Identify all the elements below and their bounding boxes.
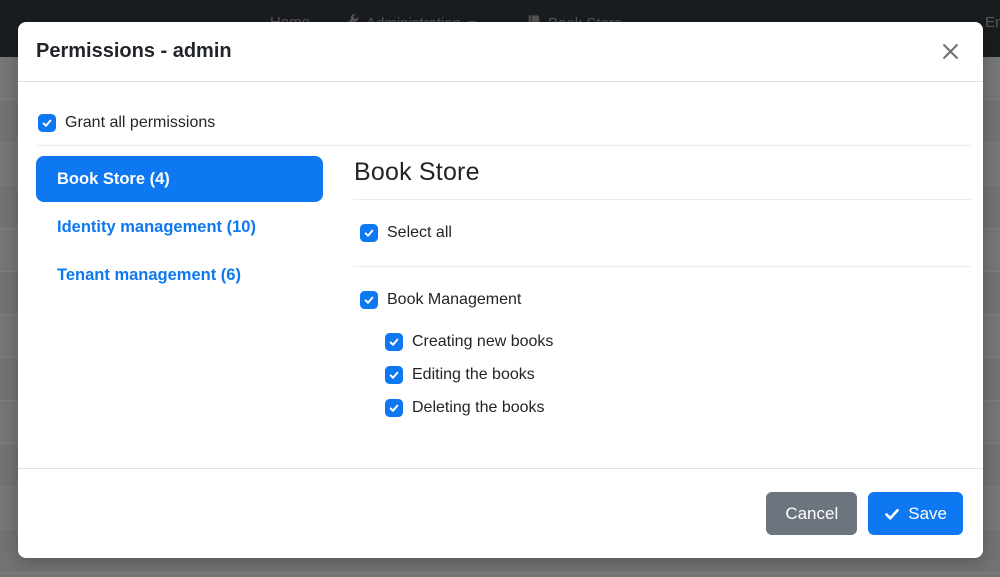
cancel-button[interactable]: Cancel: [766, 492, 857, 535]
permissions-modal: Permissions - admin Grant all permission…: [18, 22, 983, 558]
tab-tenant-management[interactable]: Tenant management (6): [36, 252, 323, 298]
grant-all-permissions-row[interactable]: Grant all permissions: [38, 114, 971, 132]
divider: [353, 266, 971, 267]
modal-header: Permissions - admin: [18, 22, 983, 82]
grant-all-permissions-label: Grant all permissions: [65, 114, 215, 132]
checkbox-checked-icon[interactable]: [38, 114, 56, 132]
creating-new-books-label: Creating new books: [412, 333, 553, 351]
permission-group-tabs: Book Store (4) Identity management (10) …: [36, 156, 323, 432]
modal-title: Permissions - admin: [36, 40, 232, 63]
save-button[interactable]: Save: [868, 492, 963, 535]
tab-identity-management[interactable]: Identity management (10): [36, 204, 323, 250]
select-all-row[interactable]: Select all: [360, 224, 971, 242]
panel-title: Book Store: [354, 158, 971, 187]
close-icon: [942, 48, 959, 63]
checkbox-checked-icon[interactable]: [385, 333, 403, 351]
checkbox-checked-icon[interactable]: [360, 291, 378, 309]
check-icon: [884, 506, 900, 522]
modal-columns: Book Store (4) Identity management (10) …: [36, 156, 971, 432]
tab-book-store[interactable]: Book Store (4): [36, 156, 323, 202]
close-button[interactable]: [938, 39, 963, 64]
creating-new-books-row[interactable]: Creating new books: [385, 333, 971, 351]
permissions-panel: Book Store Select all Book Management: [353, 156, 971, 432]
modal-footer: Cancel Save: [18, 468, 983, 558]
save-button-label: Save: [908, 504, 947, 524]
divider: [36, 145, 971, 146]
checkbox-checked-icon[interactable]: [385, 399, 403, 417]
book-management-label: Book Management: [387, 291, 521, 309]
deleting-the-books-row[interactable]: Deleting the books: [385, 399, 971, 417]
deleting-the-books-label: Deleting the books: [412, 399, 545, 417]
editing-the-books-row[interactable]: Editing the books: [385, 366, 971, 384]
checkbox-checked-icon[interactable]: [360, 224, 378, 242]
checkbox-checked-icon[interactable]: [385, 366, 403, 384]
editing-the-books-label: Editing the books: [412, 366, 535, 384]
select-all-label: Select all: [387, 224, 452, 242]
modal-body: Grant all permissions Book Store (4) Ide…: [18, 82, 983, 468]
book-management-children: Creating new books Editing the books Del…: [385, 333, 971, 417]
divider: [353, 199, 971, 200]
book-management-row[interactable]: Book Management: [360, 291, 971, 309]
